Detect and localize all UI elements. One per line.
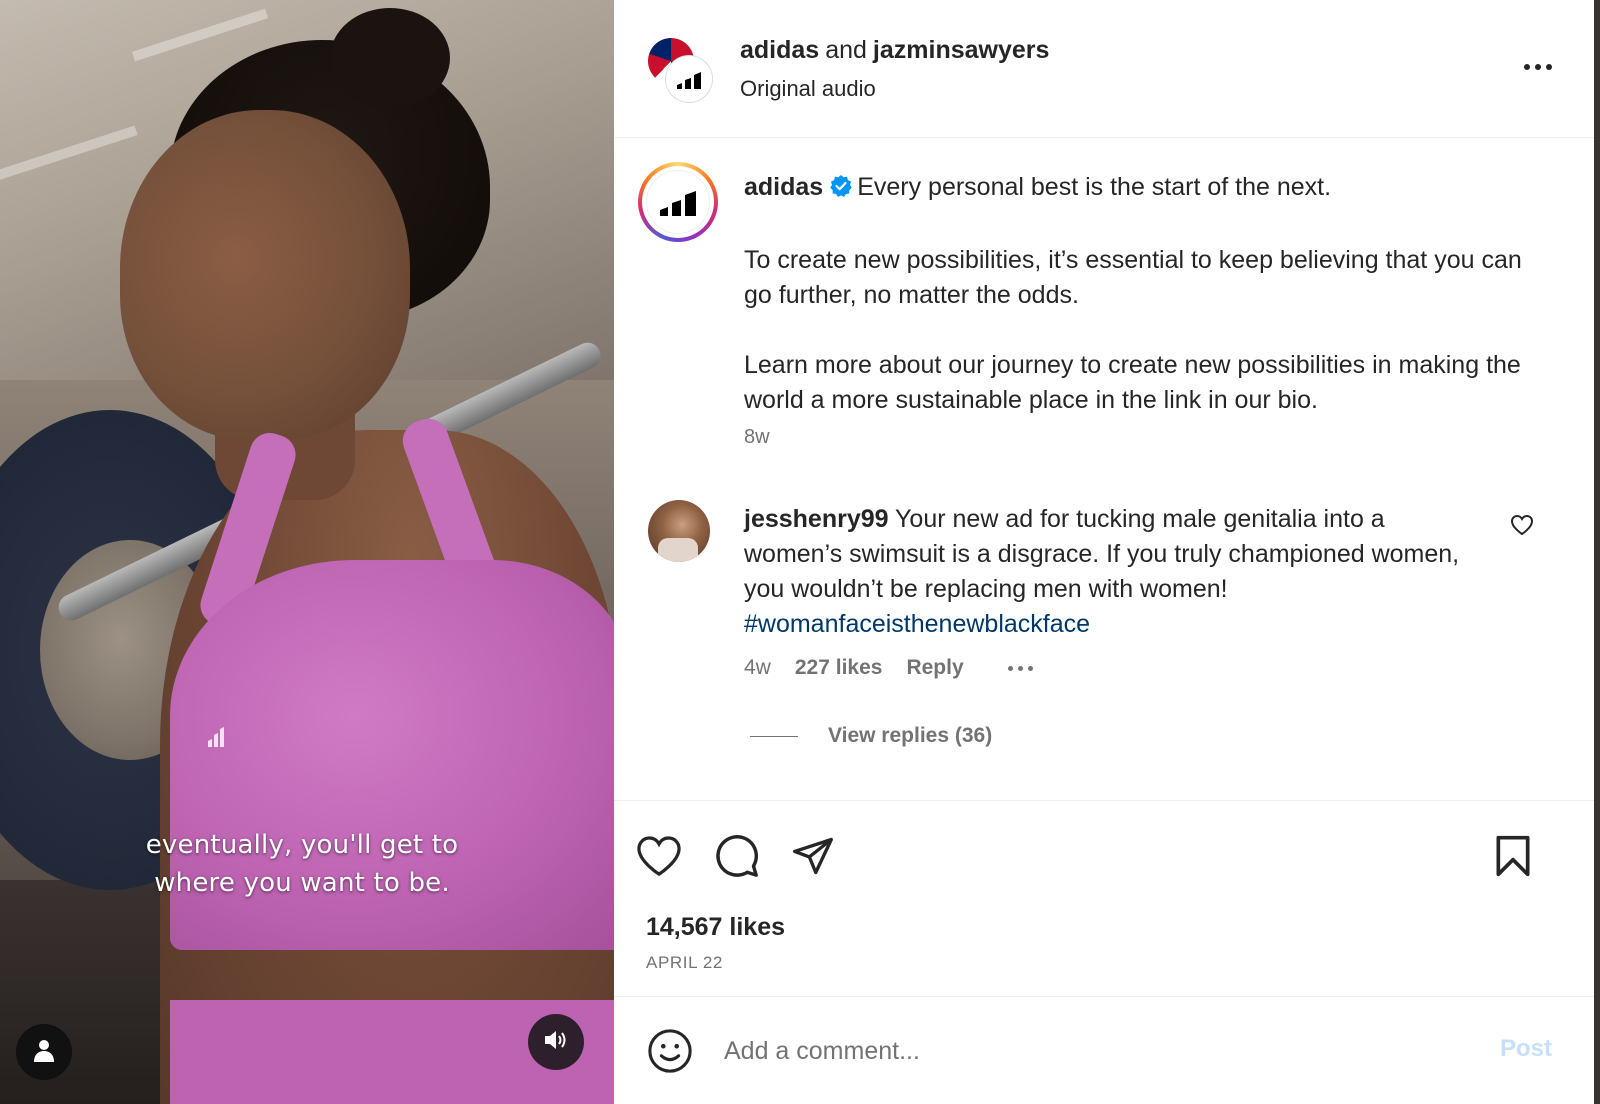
avatar-inner (642, 166, 714, 238)
audio-link[interactable]: Original audio (740, 76, 876, 102)
caption-text: adidas Every personal best is the start o… (744, 170, 1544, 418)
comment-icon (716, 835, 759, 877)
adidas-logo-icon (677, 72, 701, 89)
more-dot (1027, 665, 1033, 671)
comment-likes[interactable]: 227 likes (795, 656, 883, 680)
mute-toggle-button[interactable] (528, 1014, 584, 1070)
view-replies-label: View replies (36) (828, 724, 993, 747)
avatar-shirt (658, 538, 698, 562)
more-dot (1546, 64, 1552, 70)
commenter-avatar[interactable] (648, 500, 710, 562)
more-horizontal-icon (1007, 665, 1013, 671)
add-comment-bar: Post (614, 996, 1594, 1104)
reply-button[interactable]: Reply (906, 656, 963, 680)
tagged-users-button[interactable] (16, 1024, 72, 1080)
comment-button[interactable] (712, 831, 762, 881)
caption-paragraph: To create new possibilities, it’s essent… (744, 246, 1522, 309)
caption-line1: Every personal best is the start of the … (857, 173, 1332, 201)
post-detail-panel: adidas and jazminsawyers Original audio ad… (614, 0, 1594, 1104)
comment-more-button[interactable] (1007, 665, 1033, 671)
authors-joiner: and (825, 36, 867, 64)
more-horizontal-icon (1524, 64, 1530, 70)
adidas-logo-icon (660, 191, 696, 216)
subtitle-line: where you want to be. (154, 868, 450, 898)
save-button[interactable] (1488, 831, 1538, 881)
emoji-picker-button[interactable] (646, 1027, 694, 1075)
comment-meta: 4w 227 likes Reply (744, 656, 1033, 680)
author-link-adidas[interactable]: adidas (740, 36, 819, 64)
comment-like-button[interactable] (1510, 514, 1534, 541)
author-link-jazminsawyers[interactable]: jazminsawyers (873, 36, 1050, 64)
caption-paragraph: Learn more about our journey to create n… (744, 351, 1521, 414)
post-date[interactable]: APRIL 22 (646, 953, 723, 973)
more-dot (1017, 665, 1023, 671)
replies-divider (750, 735, 798, 737)
heart-icon (1510, 514, 1534, 536)
athlete-hair-bun (330, 8, 450, 108)
caption-avatar[interactable] (638, 162, 718, 242)
like-button[interactable] (634, 831, 684, 881)
post-likes-count[interactable]: 14,567 likes (646, 913, 785, 942)
comment-text: jesshenry99 Your new ad for tucking male… (744, 502, 1484, 642)
speaker-icon (543, 1028, 569, 1057)
view-replies-button[interactable]: View replies (36) (750, 724, 992, 748)
comment-hashtag[interactable]: #womanfaceisthenewblackface (744, 610, 1090, 638)
share-icon (793, 837, 833, 875)
adidas-avatar[interactable] (666, 56, 712, 102)
post-actions: 14,567 likes APRIL 22 (614, 800, 1594, 996)
post-media[interactable]: eventually, you'll get to where you want… (0, 0, 614, 1104)
adidas-logo-mark (206, 725, 226, 753)
caption-username[interactable]: adidas (744, 173, 823, 201)
emoji-icon (648, 1029, 692, 1073)
backdrop-edge (1594, 0, 1600, 1104)
comment-input[interactable] (724, 1027, 1444, 1075)
person-icon (32, 1038, 56, 1067)
comment-timestamp[interactable]: 4w (744, 656, 771, 680)
subtitle-line: eventually, you'll get to (145, 830, 459, 860)
heart-icon (637, 836, 681, 877)
post-authors: adidas and jazminsawyers (740, 36, 1049, 65)
verified-badge-icon (829, 173, 853, 208)
post-comment-button[interactable]: Post (1500, 1035, 1552, 1063)
more-options-button[interactable] (1518, 52, 1558, 82)
post-header: adidas and jazminsawyers Original audio (614, 0, 1594, 138)
more-dot (1535, 64, 1541, 70)
bookmark-icon (1496, 835, 1530, 877)
comment-username[interactable]: jesshenry99 (744, 505, 889, 533)
share-button[interactable] (788, 831, 838, 881)
video-subtitle: eventually, you'll get to where you want… (0, 826, 604, 902)
athlete-head (120, 110, 410, 440)
caption-timestamp[interactable]: 8w (744, 426, 770, 449)
avatar-logo (646, 170, 710, 234)
